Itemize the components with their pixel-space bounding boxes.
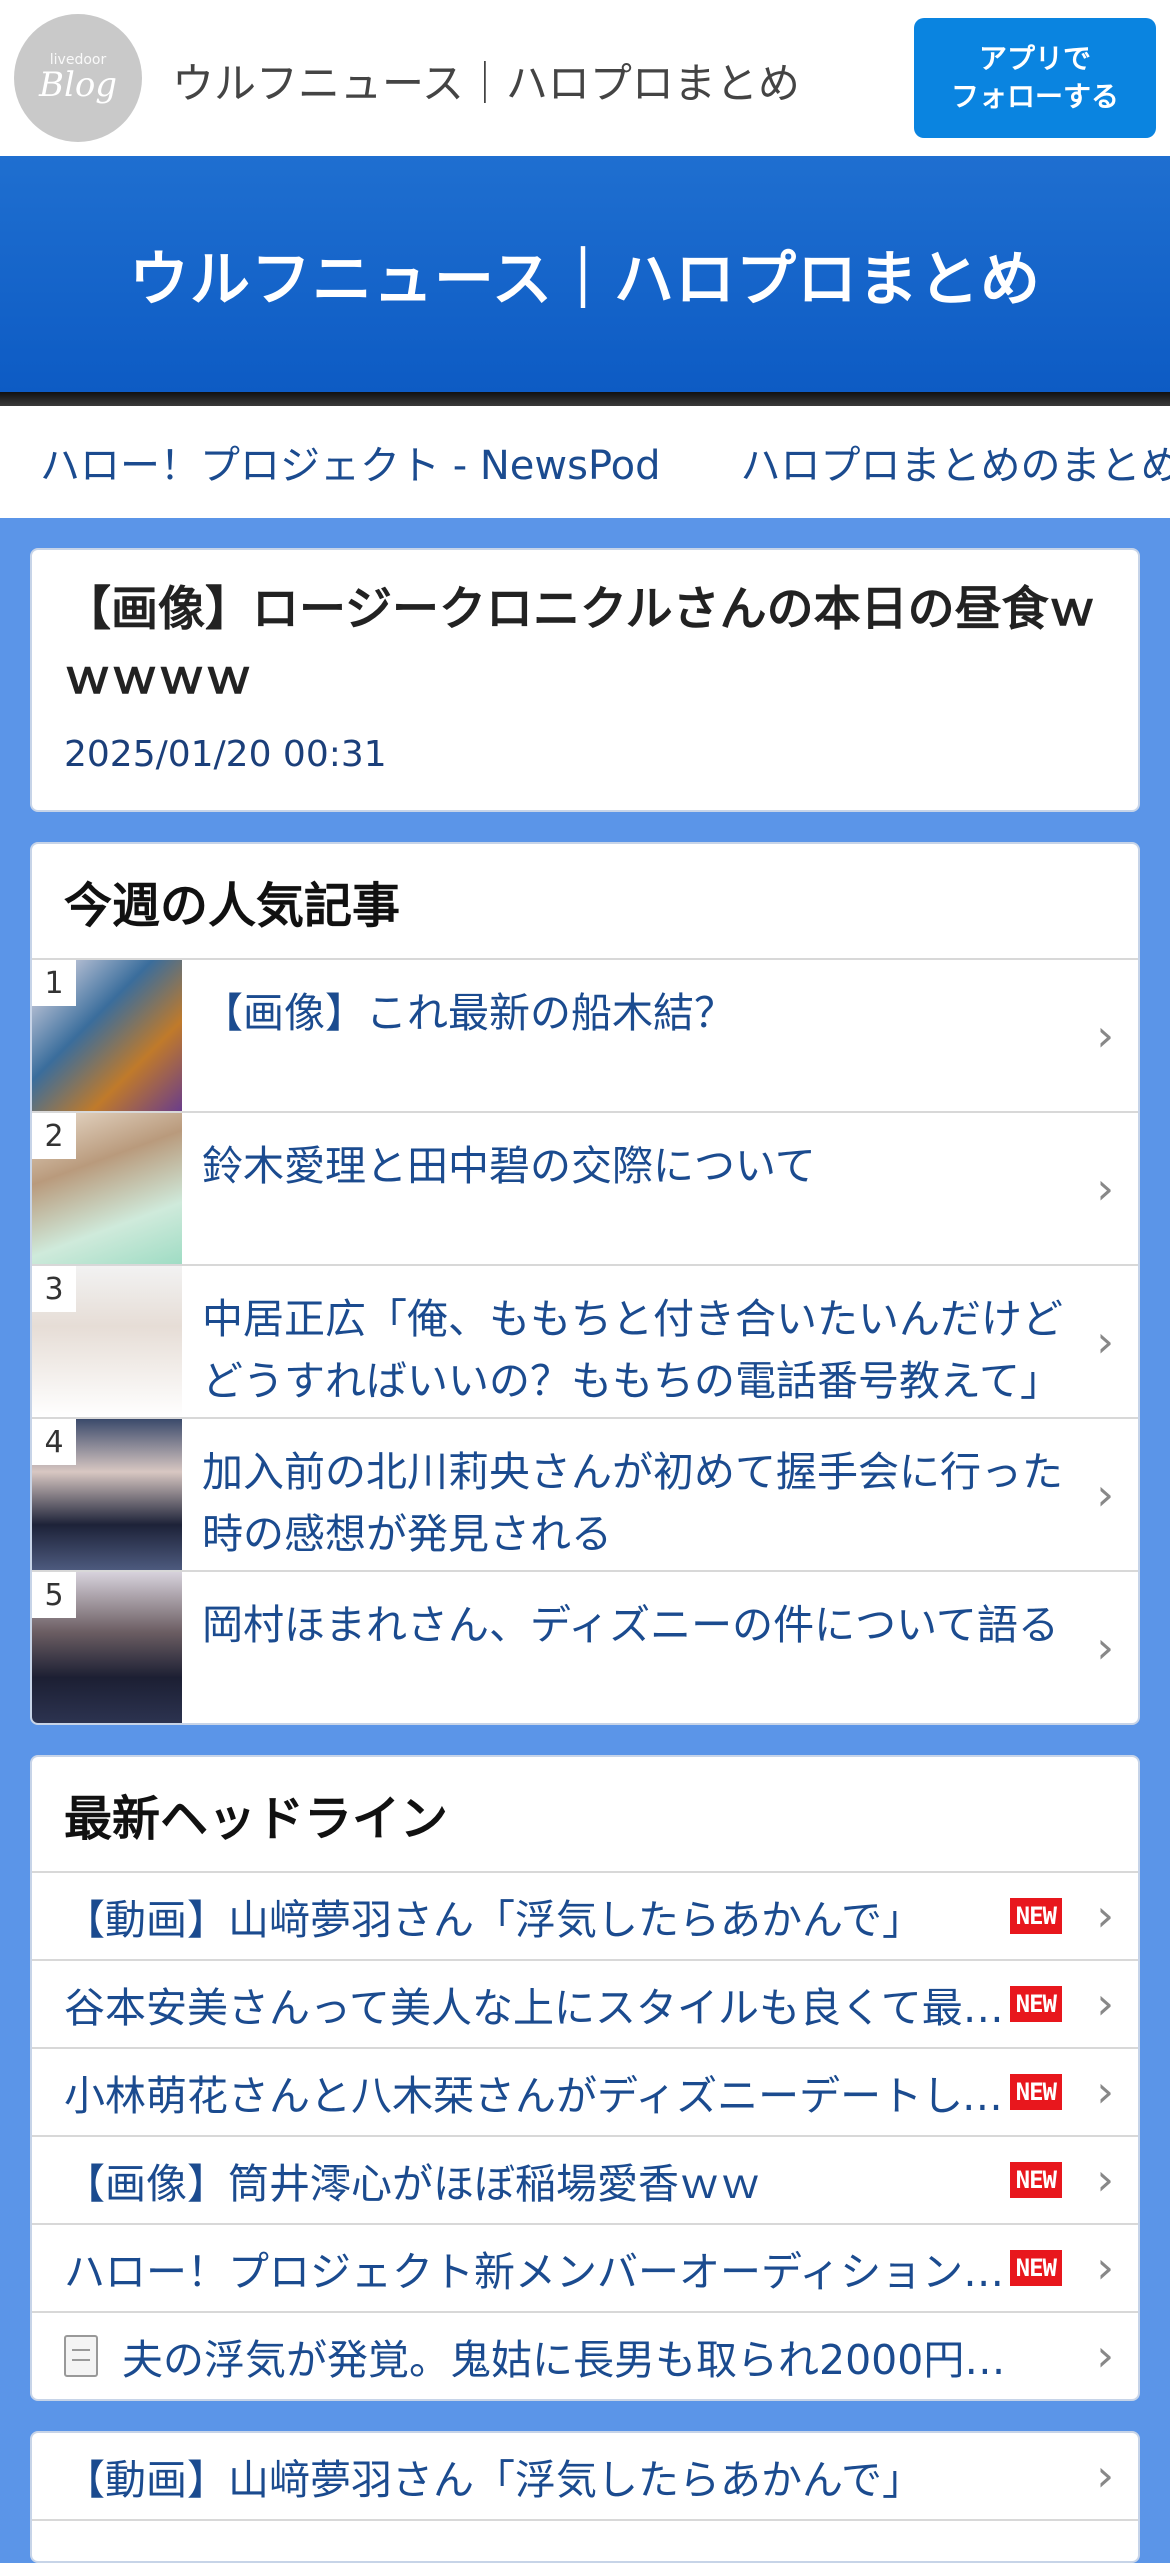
banner-divider — [0, 392, 1170, 406]
site-title[interactable]: ウルフニュース｜ハロプロまとめ — [172, 50, 800, 111]
headline-title: 小林萌花さんと八木栞さんがディズニーデートしてる — [64, 2072, 1014, 2120]
popular-item[interactable]: 1 【画像】これ最新の船木結？ › — [32, 960, 1138, 1113]
headline-item[interactable]: 夫の浮気が発覚。鬼姑に長男も取られ2000円で家を追い出された › — [32, 2313, 1138, 2399]
follow-app-button[interactable]: アプリで フォローする — [914, 18, 1156, 138]
ticker-link[interactable]: ハロー！プロジェクト - NewsPod — [40, 433, 661, 491]
chevron-right-icon: › — [1096, 1010, 1114, 1061]
new-badge: NEW — [1009, 2162, 1062, 2198]
ticker-link[interactable]: ハロプロまとめのまとめアンテナ — [741, 433, 1170, 491]
headline-item[interactable]: ハロー！プロジェクト新メンバーオーディション開催決定 NEW › — [32, 2225, 1138, 2313]
popular-articles-section: 今週の人気記事 1 【画像】これ最新の船木結？ › 2 鈴木愛理と田中碧の交際に… — [30, 842, 1140, 1725]
chevron-right-icon: › — [1096, 1163, 1114, 1214]
related-links-card: 【動画】山﨑夢羽さん「浮気したらあかんで」 › — [30, 2431, 1140, 2563]
livedoor-blog-logo[interactable]: livedoor Blog — [14, 14, 142, 142]
rank-number: 4 — [32, 1419, 76, 1465]
thumbnail-image: 2 — [32, 1113, 182, 1264]
related-item[interactable] — [32, 2521, 1138, 2561]
chevron-right-icon: › — [1096, 2330, 1114, 2382]
headline-item[interactable]: 【画像】筒井澪心がほぼ稲場愛香ｗｗ NEW › — [32, 2137, 1138, 2225]
headline-title: 【動画】山﨑夢羽さん「浮気したらあかんで」 — [64, 1896, 923, 1944]
related-item[interactable]: 【動画】山﨑夢羽さん「浮気したらあかんで」 › — [32, 2433, 1138, 2521]
chevron-right-icon: › — [1096, 1890, 1114, 1942]
top-bar: livedoor Blog ウルフニュース｜ハロプロまとめ アプリで フォローす… — [0, 0, 1170, 156]
popular-item-title: 【画像】これ最新の船木結？ — [202, 989, 735, 1037]
headline-title: 夫の浮気が発覚。鬼姑に長男も取られ2000円で家を追い出された — [122, 2336, 1022, 2384]
popular-heading: 今週の人気記事 — [32, 844, 1138, 960]
logo-big-text: Blog — [38, 65, 118, 105]
chevron-right-icon: › — [1096, 1469, 1114, 1520]
chevron-right-icon: › — [1096, 2066, 1114, 2118]
popular-item-title: 中居正広「俺、ももちと付き合いたいんだけどどうすればいいの？ももちの電話番号教え… — [202, 1295, 1063, 1405]
rank-number: 3 — [32, 1266, 76, 1312]
article-date: 2025/01/20 00:31 — [64, 734, 387, 775]
chevron-right-icon: › — [1096, 2450, 1114, 2502]
new-badge: NEW — [1009, 2250, 1062, 2286]
article-title: 【画像】ロージークロニクルさんの本日の昼食ｗｗｗｗｗ — [64, 582, 1096, 705]
thumbnail-image: 3 — [32, 1266, 182, 1417]
thumbnail-image: 1 — [32, 960, 182, 1111]
rank-number: 2 — [32, 1113, 76, 1159]
document-icon — [64, 2335, 98, 2377]
headlines-heading: 最新ヘッドライン — [32, 1757, 1138, 1873]
chevron-right-icon: › — [1096, 1978, 1114, 2030]
chevron-right-icon: › — [1096, 1622, 1114, 1673]
headline-title: 谷本安美さんって美人な上にスタイルも良くて最高だよね — [64, 1984, 1014, 2032]
chevron-right-icon: › — [1096, 2242, 1114, 2294]
thumbnail-image: 5 — [32, 1572, 182, 1723]
popular-item-title: 加入前の北川莉央さんが初めて握手会に行った時の感想が発見される — [202, 1448, 1063, 1558]
latest-headlines-section: 最新ヘッドライン 【動画】山﨑夢羽さん「浮気したらあかんで」 NEW › 谷本安… — [30, 1755, 1140, 2401]
headline-item[interactable]: 谷本安美さんって美人な上にスタイルも良くて最高だよね NEW › — [32, 1961, 1138, 2049]
popular-item[interactable]: 4 加入前の北川莉央さんが初めて握手会に行った時の感想が発見される › — [32, 1419, 1138, 1572]
popular-item-title: 鈴木愛理と田中碧の交際について — [202, 1142, 816, 1190]
blog-header-banner[interactable]: ウルフニュース｜ハロプロまとめ — [0, 156, 1170, 392]
new-badge: NEW — [1009, 1986, 1062, 2022]
chevron-right-icon: › — [1096, 1316, 1114, 1367]
thumbnail-image: 4 — [32, 1419, 182, 1570]
popular-item[interactable]: 2 鈴木愛理と田中碧の交際について › — [32, 1113, 1138, 1266]
headline-item[interactable]: 【動画】山﨑夢羽さん「浮気したらあかんで」 NEW › — [32, 1873, 1138, 1961]
blog-header-title: ウルフニュース｜ハロプロまとめ — [129, 244, 1041, 315]
related-item-title: 【動画】山﨑夢羽さん「浮気したらあかんで」 — [64, 2456, 923, 2504]
new-badge: NEW — [1009, 1898, 1062, 1934]
popular-item[interactable]: 5 岡村ほまれさん、ディズニーの件について語る › — [32, 1572, 1138, 1723]
headline-title: ハロー！プロジェクト新メンバーオーディション開催決定 — [64, 2248, 1014, 2296]
antenna-ticker: ハロー！プロジェクト - NewsPod ハロプロまとめのまとめアンテナ — [0, 406, 1170, 518]
rank-number: 1 — [32, 960, 76, 1006]
headline-title: 【画像】筒井澪心がほぼ稲場愛香ｗｗ — [64, 2160, 761, 2208]
new-badge: NEW — [1009, 2074, 1062, 2110]
popular-item[interactable]: 3 中居正広「俺、ももちと付き合いたいんだけどどうすればいいの？ももちの電話番号… — [32, 1266, 1138, 1419]
chevron-right-icon: › — [1096, 2154, 1114, 2206]
popular-item-title: 岡村ほまれさん、ディズニーの件について語る — [202, 1601, 1059, 1649]
headline-item[interactable]: 小林萌花さんと八木栞さんがディズニーデートしてる NEW › — [32, 2049, 1138, 2137]
article-header-card: 【画像】ロージークロニクルさんの本日の昼食ｗｗｗｗｗ 2025/01/20 00… — [30, 548, 1140, 812]
logo-small-text: livedoor — [49, 52, 107, 68]
rank-number: 5 — [32, 1572, 76, 1618]
